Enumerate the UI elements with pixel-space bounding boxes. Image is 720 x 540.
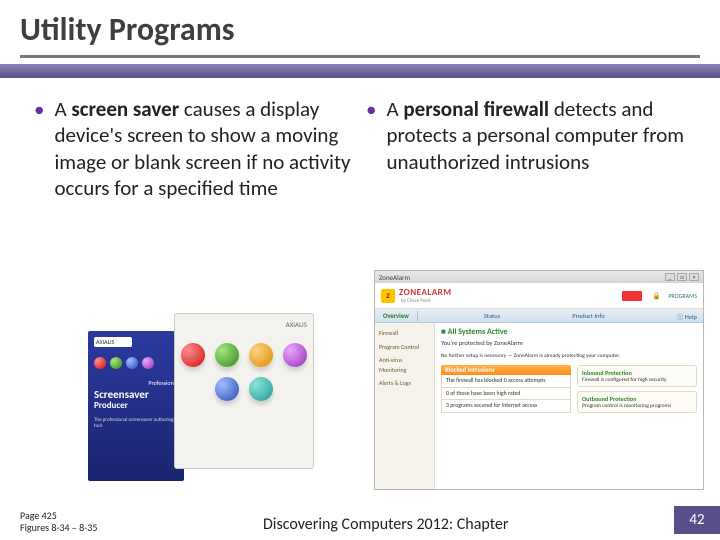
sphere-icon xyxy=(110,357,122,369)
tab-help[interactable]: ⓘ Help xyxy=(671,311,703,321)
lock-icon: 🔒 xyxy=(648,288,664,304)
app-name: ZONEALARM xyxy=(399,287,452,298)
page-ref: Page 425 Figures 8-34 – 8-35 xyxy=(20,510,97,534)
inbound-column: Blocked Intrusions The firewall has bloc… xyxy=(441,365,571,417)
sphere-icon xyxy=(215,343,239,367)
bullet-dot-icon: • xyxy=(366,96,376,175)
sphere-icon xyxy=(94,357,106,369)
close-icon[interactable]: × xyxy=(689,273,699,281)
slide-footer: Page 425 Figures 8-34 – 8-35 Discovering… xyxy=(0,506,720,534)
stop-button-icon[interactable] xyxy=(620,289,644,303)
sphere-icon xyxy=(215,377,239,401)
sphere-icon xyxy=(142,357,154,369)
sphere-icon xyxy=(249,343,273,367)
app-body: Firewall Program Control Anti-virus Moni… xyxy=(375,323,703,489)
sidebar-item-antivirus[interactable]: Anti-virus Monitoring xyxy=(379,356,430,375)
edition-label: Professional xyxy=(94,379,178,387)
text-bold: screen saver xyxy=(71,96,179,122)
maximize-icon[interactable]: □ xyxy=(677,273,687,281)
figure-screensaver-box: AXIALIS Professional Screensaver Produce… xyxy=(88,313,320,485)
title-underline xyxy=(20,55,700,58)
sphere-icon xyxy=(181,343,205,367)
panel-brand: AXIALIS xyxy=(181,320,307,329)
title-area: Utility Programs xyxy=(0,0,720,58)
figure-ref: Figures 8-34 – 8-35 xyxy=(20,522,97,534)
sample-panel: AXIALIS xyxy=(174,313,314,469)
main-panel: ■ All Systems Active You're protected by… xyxy=(435,323,703,489)
text-before: A xyxy=(386,96,403,122)
slide: Utility Programs • A screen saver causes… xyxy=(0,0,720,540)
app-name-group: ZONEALARM by Check Point xyxy=(399,287,452,304)
card-title: Inbound Protection xyxy=(582,369,692,377)
protection-cards: Inbound Protection Firewall is configure… xyxy=(577,365,697,417)
window-titlebar: ZoneAlarm _ □ × xyxy=(375,271,703,283)
bullet-text: A screen saver causes a display device's… xyxy=(54,96,354,201)
window-controls: _ □ × xyxy=(665,273,699,281)
status-subtext: You're protected by ZoneAlarm xyxy=(441,339,697,347)
source-label: Discovering Computers 2012: Chapter xyxy=(97,515,674,534)
panel-art xyxy=(181,343,307,401)
bullet-text: A personal firewall detects and protects… xyxy=(386,96,686,175)
sidebar-item-alerts[interactable]: Alerts & Logs xyxy=(379,379,430,389)
sidebar-item-program-control[interactable]: Program Control xyxy=(379,343,430,353)
blocked-row: The firewall has blocked 0 access attemp… xyxy=(441,375,571,388)
zonealarm-logo-icon: Z xyxy=(381,289,395,303)
right-column: • A personal firewall detects and protec… xyxy=(366,96,686,201)
box-front: AXIALIS Professional Screensaver Produce… xyxy=(88,331,184,481)
bullet-dot-icon: • xyxy=(34,96,44,201)
app-header: Z ZONEALARM by Check Point 🔒 PROGRAMS xyxy=(375,283,703,309)
tab-bar: Overview Status Product Info ⓘ Help xyxy=(375,309,703,323)
left-column: • A screen saver causes a display device… xyxy=(34,96,354,201)
text-before: A xyxy=(54,96,71,122)
product-box: AXIALIS Professional Screensaver Produce… xyxy=(88,331,184,481)
product-name-2: Producer xyxy=(94,400,178,411)
bullet-item: • A personal firewall detects and protec… xyxy=(366,96,686,175)
box-art xyxy=(94,357,178,369)
sphere-icon xyxy=(126,357,138,369)
slide-number: 42 xyxy=(674,506,720,534)
tab-product-info[interactable]: Product Info xyxy=(566,312,610,320)
product-tagline: The professional screensaver authoring t… xyxy=(94,417,178,429)
window-title: ZoneAlarm xyxy=(379,273,410,282)
card-outbound: Outbound Protection Program control is m… xyxy=(577,391,697,413)
sidebar: Firewall Program Control Anti-virus Moni… xyxy=(375,323,435,489)
blocked-row: 0 of those have been high rated xyxy=(441,388,571,401)
status-heading: ■ All Systems Active xyxy=(441,327,697,337)
tab-status[interactable]: Status xyxy=(478,312,506,320)
vendor-label: by Check Point xyxy=(401,298,452,304)
outbound-row: 3 programs secured for Internet access xyxy=(441,400,571,413)
text-bold: personal firewall xyxy=(403,96,549,122)
card-inbound: Inbound Protection Firewall is configure… xyxy=(577,365,697,387)
bullet-item: • A screen saver causes a display device… xyxy=(34,96,354,201)
card-sub: Program control is monitoring programs xyxy=(582,403,692,409)
programs-label: PROGRAMS xyxy=(668,292,697,300)
card-sub: Firewall is configured for high security xyxy=(582,377,692,383)
brand-label: AXIALIS xyxy=(94,337,132,347)
figure-firewall-window: ZoneAlarm _ □ × Z ZONEALARM by Check Poi… xyxy=(374,270,704,490)
blocked-header: Blocked Intrusions xyxy=(441,365,571,375)
card-title: Outbound Protection xyxy=(582,395,692,403)
minimize-icon[interactable]: _ xyxy=(665,273,675,281)
protection-columns: Blocked Intrusions The firewall has bloc… xyxy=(441,365,697,417)
sphere-icon xyxy=(283,343,307,367)
slide-title: Utility Programs xyxy=(20,10,700,49)
accent-band xyxy=(0,64,720,78)
content-columns: • A screen saver causes a display device… xyxy=(0,78,720,201)
sidebar-item-firewall[interactable]: Firewall xyxy=(379,329,430,339)
sphere-icon xyxy=(249,377,273,401)
tab-overview[interactable]: Overview xyxy=(375,312,417,320)
status-note: No further setup is necessary — ZoneAlar… xyxy=(441,353,697,359)
